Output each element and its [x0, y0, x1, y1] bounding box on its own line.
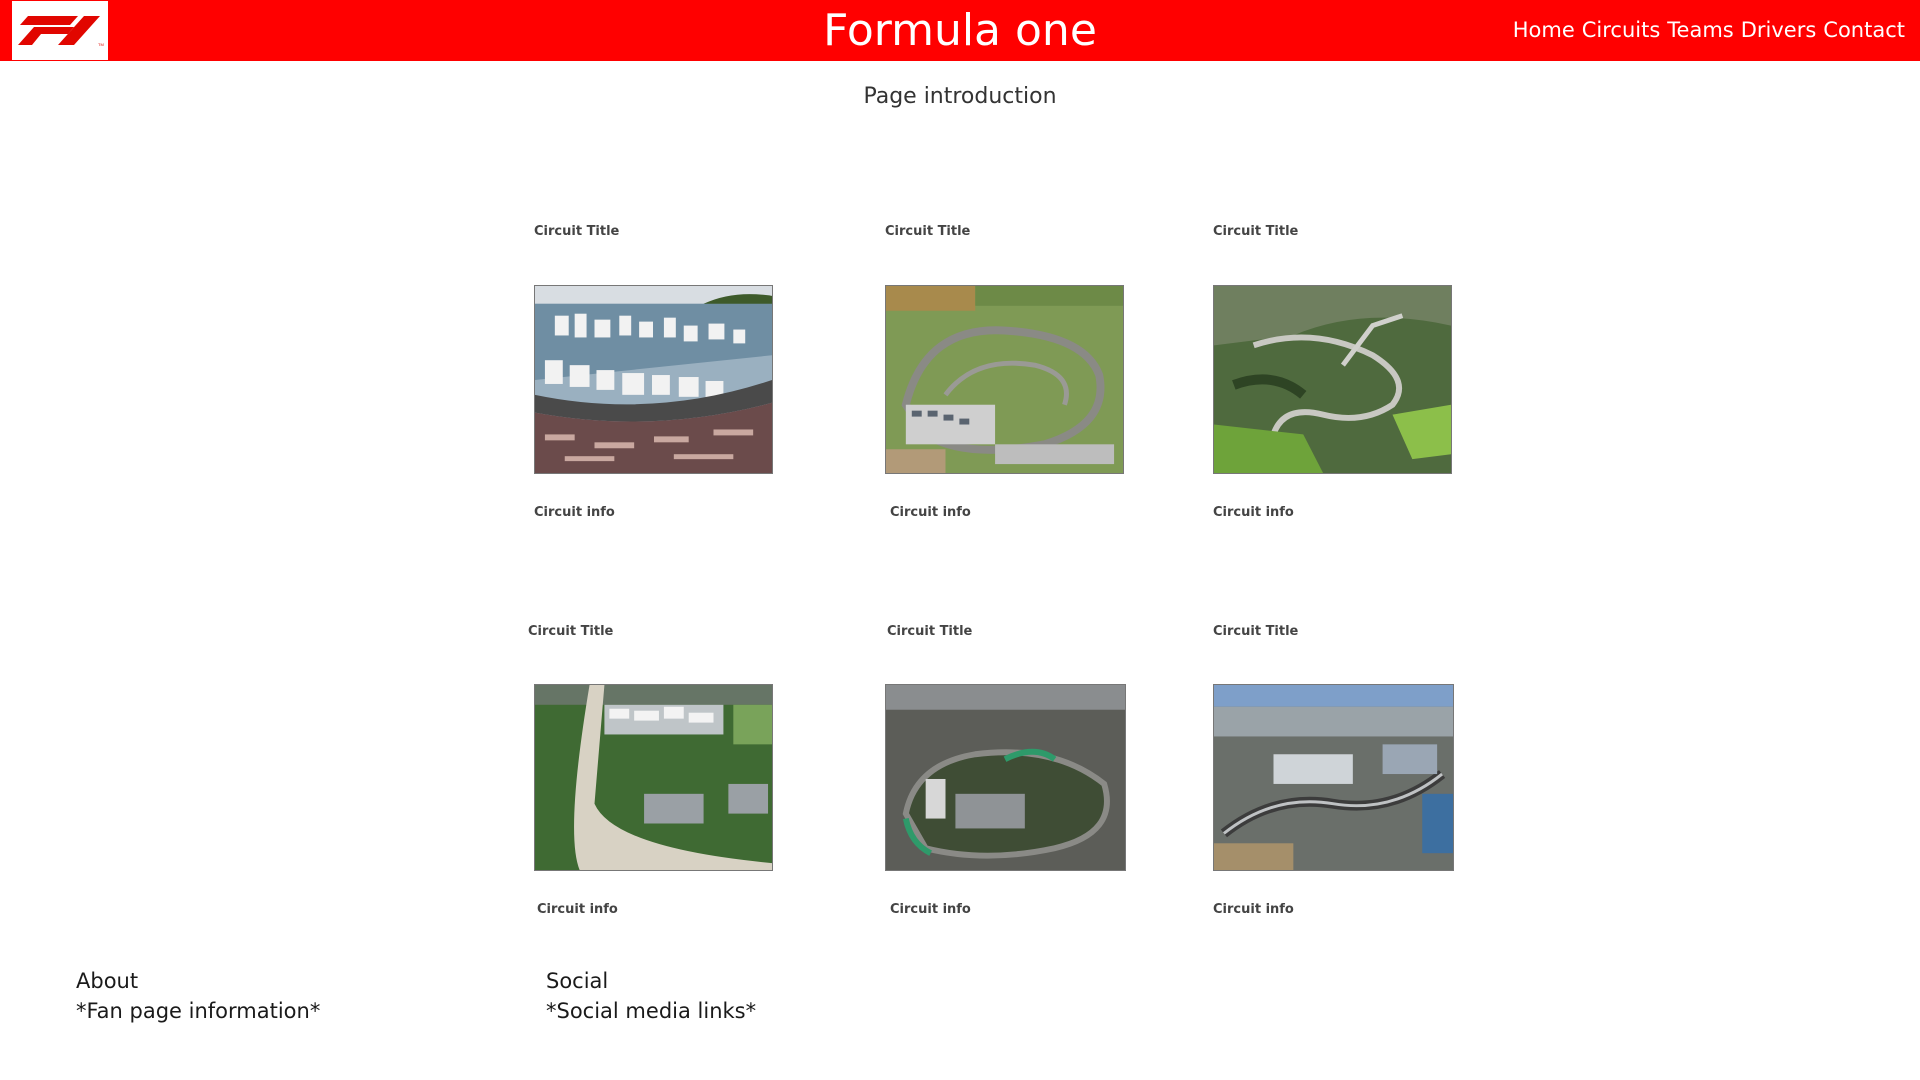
f1-logo-icon[interactable]: TM [12, 1, 108, 60]
footer-about: About *Fan page information* [76, 966, 320, 1026]
circuit-image[interactable] [885, 684, 1126, 871]
circuit-title: Circuit Title [1213, 224, 1299, 239]
social-text[interactable]: *Social media links* [546, 996, 756, 1026]
circuit-title: Circuit Title [1213, 624, 1299, 639]
circuit-info: Circuit info [890, 902, 971, 917]
circuit-title: Circuit Title [887, 624, 973, 639]
circuit-title: Circuit Title [885, 224, 971, 239]
nav-drivers[interactable]: Drivers [1741, 16, 1817, 44]
circuit-info: Circuit info [890, 505, 971, 520]
main-nav: Home Circuits Teams Drivers Contact [1513, 16, 1905, 44]
circuit-image[interactable] [1213, 684, 1454, 871]
nav-circuits[interactable]: Circuits [1582, 16, 1661, 44]
circuit-image[interactable] [1213, 285, 1452, 474]
circuit-image[interactable] [534, 684, 773, 871]
nav-contact[interactable]: Contact [1823, 16, 1905, 44]
circuit-image[interactable] [885, 285, 1124, 474]
circuit-info: Circuit info [534, 505, 615, 520]
site-header: TM Formula one Home Circuits Teams Drive… [0, 0, 1920, 61]
svg-text:TM: TM [98, 42, 104, 47]
social-heading: Social [546, 969, 609, 993]
circuit-title: Circuit Title [528, 624, 614, 639]
nav-teams[interactable]: Teams [1667, 16, 1733, 44]
footer-social: Social *Social media links* [546, 966, 756, 1026]
page-introduction: Page introduction [863, 84, 1057, 109]
about-heading: About [76, 969, 139, 993]
circuit-info: Circuit info [537, 902, 618, 917]
circuit-info: Circuit info [1213, 902, 1294, 917]
nav-home[interactable]: Home [1513, 16, 1575, 44]
about-text: *Fan page information* [76, 999, 321, 1023]
circuit-image[interactable] [534, 285, 773, 474]
circuit-title: Circuit Title [534, 224, 620, 239]
circuit-info: Circuit info [1213, 505, 1294, 520]
